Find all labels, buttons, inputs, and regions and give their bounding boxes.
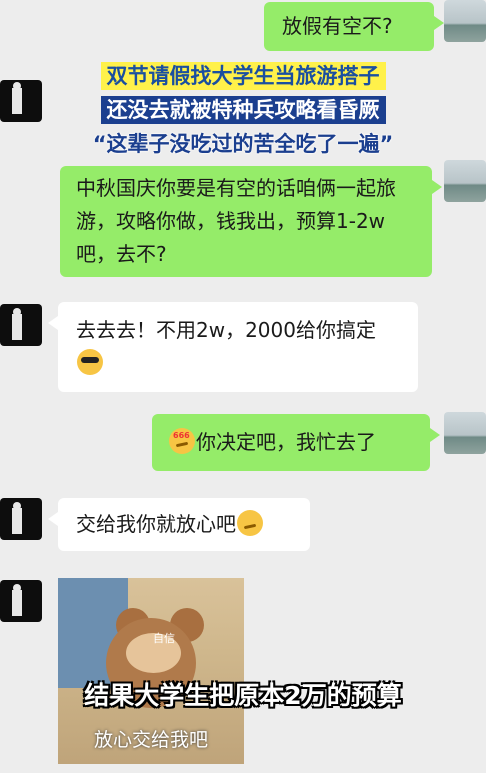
avatar-figure-icon — [12, 308, 22, 340]
message-text: 交给我你就放心吧 — [76, 512, 236, 536]
headline-line-3: “这辈子没吃过的苦全吃了一遍” — [92, 132, 394, 156]
avatar-figure-icon — [12, 584, 22, 616]
avatar-figure-icon — [12, 502, 22, 534]
message-bubble[interactable]: 交给我你就放心吧 — [48, 498, 310, 551]
avatar-self[interactable] — [444, 412, 486, 454]
headline-line-1: 双节请假找大学生当旅游搭子 — [100, 62, 386, 90]
thinking-emoji-icon — [237, 510, 263, 536]
avatar-self[interactable] — [444, 160, 486, 202]
headline-overlay: “这辈子没吃过的苦全吃了一遍” — [0, 130, 486, 158]
666-emoji-icon — [169, 419, 195, 454]
message-text: 去去去！不用2w，2000给你搞定 — [76, 318, 376, 342]
sunglasses-emoji-icon — [77, 349, 103, 375]
message-bubble[interactable]: 放假有空不? — [264, 2, 444, 51]
headline-line-2: 还没去就被特种兵攻略看昏厥 — [100, 96, 386, 124]
message-bubble[interactable]: 去去去！不用2w，2000给你搞定 — [48, 302, 418, 392]
video-subtitle: 结果大学生把原本2万的预算 — [84, 681, 402, 710]
avatar-friend[interactable] — [0, 304, 42, 346]
avatar-friend[interactable] — [0, 498, 42, 540]
avatar-friend[interactable] — [0, 580, 42, 622]
avatar-self[interactable] — [444, 0, 486, 42]
message-text: 中秋国庆你要是有空的话咱俩一起旅游，攻略你做，钱我出，预算1-2w吧，去不? — [76, 176, 396, 266]
message-bubble[interactable]: 中秋国庆你要是有空的话咱俩一起旅游，攻略你做，钱我出，预算1-2w吧，去不? — [60, 166, 442, 277]
headline-overlay: 还没去就被特种兵攻略看昏厥 — [0, 96, 486, 124]
message-text: 放假有空不? — [282, 14, 393, 38]
message-bubble[interactable]: 你决定吧，我忙去了 — [152, 414, 440, 471]
sticker-image[interactable]: 自信 放心交给我吧 — [58, 578, 244, 764]
message-text: 你决定吧，我忙去了 — [196, 430, 376, 454]
headline-overlay: 双节请假找大学生当旅游搭子 — [0, 62, 486, 90]
sticker-tag: 自信 — [153, 632, 175, 645]
sticker-caption: 放心交给我吧 — [93, 729, 208, 751]
